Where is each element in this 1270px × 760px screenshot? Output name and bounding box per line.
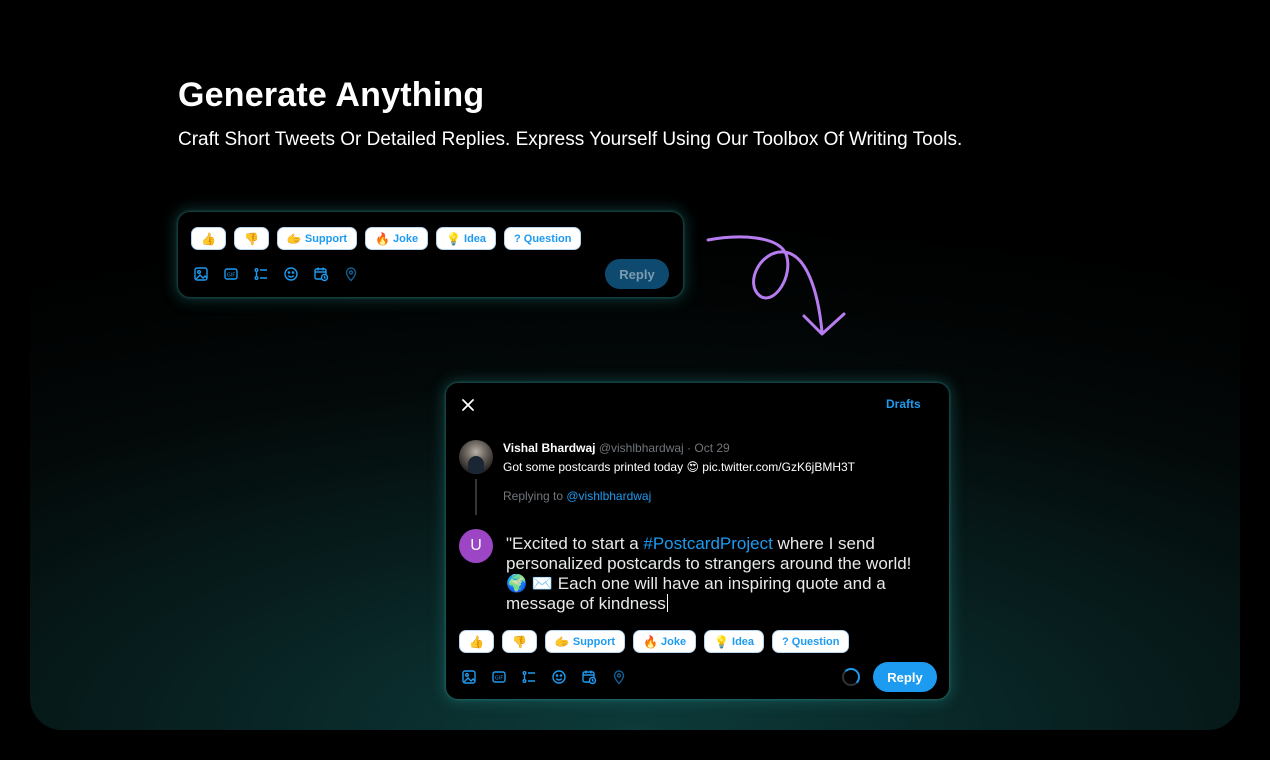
chip-label: Question: [523, 232, 572, 245]
heart-eyes-icon: 😍: [686, 460, 699, 474]
gif-icon[interactable]: GIF: [222, 265, 240, 283]
svg-text:GIF: GIF: [227, 273, 235, 279]
page-subtitle: Craft Short Tweets Or Detailed Replies. …: [178, 129, 963, 150]
stage: Generate Anything Craft Short Tweets Or …: [0, 0, 1270, 760]
chip-label: Support: [304, 232, 348, 245]
chip-row: 👍 👎 🫱 Support 🔥 Joke 💡 Idea ? Question: [191, 227, 582, 250]
replying-to: Replying to @vishlbhardwaj: [503, 489, 651, 503]
reply-button[interactable]: Reply: [873, 662, 937, 692]
thumbs-up-icon: 👍: [201, 231, 216, 246]
gif-icon[interactable]: GIF: [490, 668, 508, 686]
lightbulb-icon: 💡: [446, 231, 462, 246]
close-icon[interactable]: [458, 395, 478, 415]
image-icon[interactable]: [192, 265, 210, 283]
thumbs-down-icon: 👎: [511, 634, 527, 649]
chip-label: Support: [572, 635, 616, 648]
chip-label: Idea: [732, 635, 755, 648]
chip-label: Joke: [392, 232, 419, 245]
chip-support[interactable]: 🫱 Support: [544, 630, 626, 653]
tweet-text-body: Got some postcards printed today: [503, 460, 687, 474]
toolbar-small: GIF: [192, 265, 360, 283]
schedule-icon[interactable]: [580, 668, 598, 686]
hand-icon: 🫱: [286, 231, 302, 246]
chip-thumbs-up[interactable]: 👍: [459, 630, 494, 653]
poll-icon[interactable]: [520, 668, 538, 686]
tweet-link[interactable]: pic.twitter.com/GzK6jBMH3T: [699, 460, 855, 474]
thread-line: [475, 479, 477, 515]
image-icon[interactable]: [460, 668, 478, 686]
question-icon: ?: [782, 635, 789, 648]
chip-thumbs-up[interactable]: 👍: [191, 227, 226, 250]
tweet-author: Vishal Bhardwaj @vishlbhardwaj · Oct 29: [503, 441, 730, 455]
draft-hashtag[interactable]: #PostcardProject: [643, 534, 772, 553]
chip-support[interactable]: 🫱 Support: [276, 227, 358, 250]
chip-joke[interactable]: 🔥 Joke: [633, 630, 697, 653]
chip-label: Idea: [464, 232, 487, 245]
chip-question[interactable]: ? Question: [772, 630, 850, 653]
thumbs-down-icon: 👎: [243, 231, 259, 246]
reply-textarea[interactable]: "Excited to start a #PostcardProject whe…: [506, 534, 931, 614]
hand-icon: 🫱: [554, 634, 570, 649]
location-icon[interactable]: [342, 265, 360, 283]
toolbar-large: GIF: [460, 668, 628, 686]
page-title: Generate Anything: [178, 76, 485, 114]
lightbulb-icon: 💡: [714, 634, 730, 649]
poll-icon[interactable]: [252, 265, 270, 283]
tweet-text: Got some postcards printed today 😍 pic.t…: [503, 460, 855, 474]
chip-thumbs-down[interactable]: 👎: [233, 227, 269, 250]
user-avatar: U: [459, 529, 493, 563]
author-name[interactable]: Vishal Bhardwaj: [503, 441, 595, 455]
replying-handle[interactable]: @vishlbhardwaj: [566, 489, 651, 503]
tweet-author-avatar: [459, 440, 493, 474]
chip-label: Joke: [660, 635, 687, 648]
curly-arrow-icon: [706, 235, 846, 336]
replying-prefix: Replying to: [503, 489, 567, 503]
svg-text:GIF: GIF: [495, 676, 503, 682]
chip-idea[interactable]: 💡 Idea: [436, 227, 497, 250]
composer-expanded: Drafts Vishal Bhardwaj @vishlbhardwaj · …: [446, 383, 949, 699]
fire-icon: 🔥: [643, 634, 658, 649]
composer-collapsed: 👍 👎 🫱 Support 🔥 Joke 💡 Idea ? Question GIF R…: [178, 212, 683, 297]
chip-thumbs-down[interactable]: 👎: [501, 630, 537, 653]
chip-row: 👍 👎 🫱 Support 🔥 Joke 💡 Idea ? Question: [459, 630, 850, 653]
schedule-icon[interactable]: [312, 265, 330, 283]
emoji-icon[interactable]: [282, 265, 300, 283]
draft-text-part: "Excited to start a: [506, 534, 644, 553]
chip-joke[interactable]: 🔥 Joke: [365, 227, 429, 250]
reply-button-disabled[interactable]: Reply: [605, 259, 669, 289]
fire-icon: 🔥: [375, 231, 390, 246]
author-meta: @vishlbhardwaj · Oct 29: [598, 441, 730, 455]
drafts-link[interactable]: Drafts: [886, 397, 921, 411]
question-icon: ?: [514, 232, 521, 245]
chip-idea[interactable]: 💡 Idea: [704, 630, 765, 653]
thumbs-up-icon: 👍: [469, 634, 484, 649]
chip-question[interactable]: ? Question: [504, 227, 582, 250]
emoji-icon[interactable]: [550, 668, 568, 686]
char-count-ring: [842, 668, 860, 686]
text-caret: [666, 594, 668, 612]
chip-label: Question: [791, 635, 840, 648]
location-icon[interactable]: [610, 668, 628, 686]
